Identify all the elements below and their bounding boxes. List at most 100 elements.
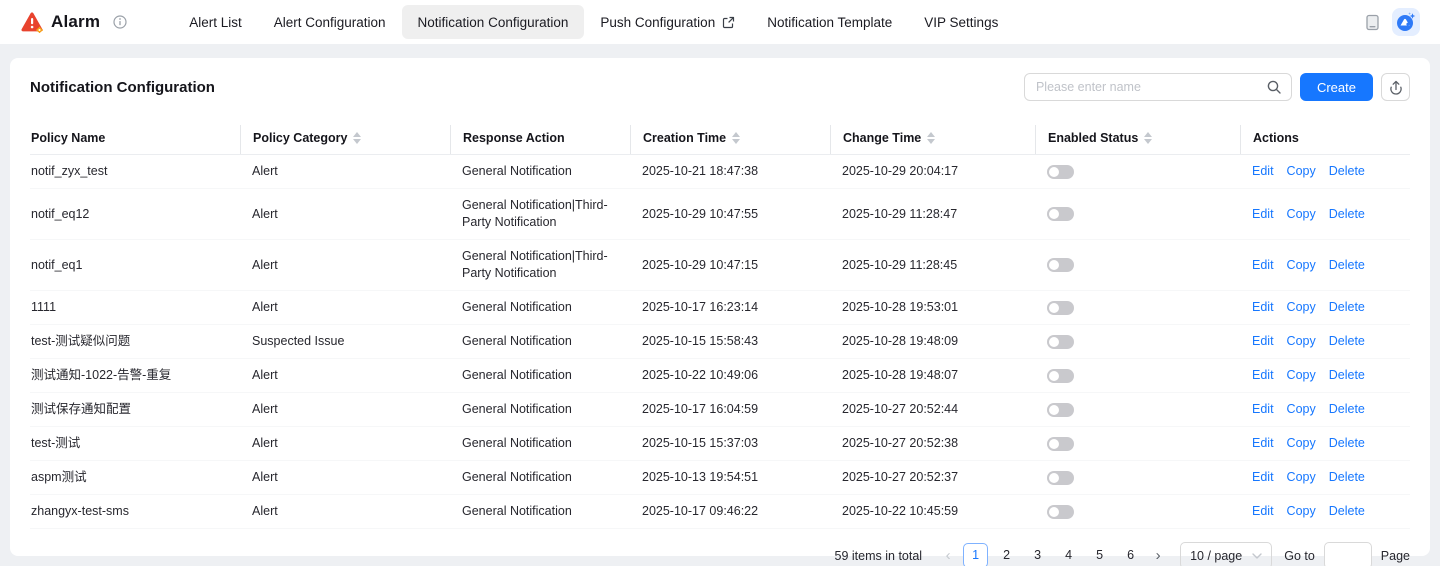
nav-alert-list[interactable]: Alert List <box>173 5 258 39</box>
delete-link[interactable]: Delete <box>1329 163 1365 180</box>
table-row: notif_eq12 Alert General Notification|Th… <box>30 189 1410 240</box>
cell-response-action: General Notification <box>462 504 572 518</box>
cell-policy-name: notif_zyx_test <box>31 164 108 178</box>
enabled-toggle[interactable] <box>1047 368 1074 383</box>
sort-caret-icon[interactable] <box>732 132 741 144</box>
cell-creation-time: 2025-10-29 10:47:55 <box>642 206 759 221</box>
cell-response-action: General Notification <box>462 470 572 484</box>
nav-notification-configuration[interactable]: Notification Configuration <box>401 5 585 39</box>
edit-link[interactable]: Edit <box>1252 206 1274 223</box>
delete-link[interactable]: Delete <box>1329 299 1365 316</box>
copy-link[interactable]: Copy <box>1287 333 1316 350</box>
enabled-toggle[interactable] <box>1047 402 1074 417</box>
enabled-toggle[interactable] <box>1047 258 1074 272</box>
copy-link[interactable]: Copy <box>1287 503 1316 520</box>
edit-link[interactable]: Edit <box>1252 367 1274 384</box>
nav-label: Notification Template <box>767 14 893 30</box>
copy-link[interactable]: Copy <box>1287 206 1316 223</box>
search-icon[interactable] <box>1266 79 1282 95</box>
nav-push-configuration[interactable]: Push Configuration <box>584 5 751 39</box>
page-number-5[interactable]: 5 <box>1087 543 1112 566</box>
copy-link[interactable]: Copy <box>1287 367 1316 384</box>
page-size-select[interactable]: 10 / page <box>1180 542 1273 566</box>
page-label: Page <box>1380 548 1410 563</box>
cell-change-time: 2025-10-27 20:52:37 <box>842 470 959 484</box>
copy-link[interactable]: Copy <box>1287 469 1316 486</box>
edit-link[interactable]: Edit <box>1252 435 1274 452</box>
sort-caret-icon[interactable] <box>353 132 362 144</box>
cell-change-time: 2025-10-29 11:28:47 <box>842 206 958 221</box>
cell-actions: Edit Copy Delete <box>1240 198 1410 231</box>
total-items-text: 59 items in total <box>834 548 923 563</box>
page-number-3[interactable]: 3 <box>1025 543 1050 566</box>
delete-link[interactable]: Delete <box>1329 401 1365 418</box>
delete-link[interactable]: Delete <box>1329 435 1365 452</box>
export-icon <box>1388 79 1404 95</box>
goto-page-input[interactable] <box>1323 542 1372 566</box>
delete-link[interactable]: Delete <box>1329 206 1365 223</box>
edit-link[interactable]: Edit <box>1252 257 1274 274</box>
nav-alert-configuration[interactable]: Alert Configuration <box>258 5 402 39</box>
edit-link[interactable]: Edit <box>1252 163 1274 180</box>
nav-vip-settings[interactable]: VIP Settings <box>908 5 1014 39</box>
page-number-1[interactable]: 1 <box>963 543 989 566</box>
search-input[interactable] <box>1023 73 1292 101</box>
app-logo: Alarm <box>20 11 127 33</box>
external-link-icon <box>722 16 735 29</box>
cell-creation-time: 2025-10-17 16:23:14 <box>642 300 759 314</box>
sort-caret-icon[interactable] <box>927 132 936 144</box>
delete-link[interactable]: Delete <box>1329 367 1365 384</box>
enabled-toggle[interactable] <box>1047 470 1074 485</box>
cell-actions: Edit Copy Delete <box>1240 359 1410 392</box>
edit-link[interactable]: Edit <box>1252 503 1274 520</box>
goto-label: Go to <box>1284 548 1315 563</box>
cell-creation-time: 2025-10-17 16:04:59 <box>642 402 759 416</box>
page-title: Notification Configuration <box>30 78 215 96</box>
page-size-value: 10 / page <box>1190 548 1243 563</box>
enabled-toggle[interactable] <box>1047 300 1074 315</box>
enabled-toggle[interactable] <box>1047 436 1074 451</box>
chevron-right-icon[interactable]: › <box>1146 544 1170 566</box>
column-header-actions: Actions <box>1240 125 1410 154</box>
create-button[interactable]: Create <box>1299 73 1373 101</box>
enabled-toggle[interactable] <box>1047 207 1074 221</box>
nav-notification-template[interactable]: Notification Template <box>751 5 908 39</box>
delete-link[interactable]: Delete <box>1329 333 1365 350</box>
info-circle-icon[interactable] <box>113 15 127 29</box>
export-button[interactable] <box>1381 73 1410 101</box>
delete-link[interactable]: Delete <box>1329 469 1365 486</box>
cell-policy-name: zhangyx-test-sms <box>31 504 129 518</box>
enabled-toggle[interactable] <box>1047 164 1074 179</box>
copy-link[interactable]: Copy <box>1287 257 1316 274</box>
copy-link[interactable]: Copy <box>1287 299 1316 316</box>
copy-link[interactable]: Copy <box>1287 435 1316 452</box>
edit-link[interactable]: Edit <box>1252 401 1274 418</box>
ai-assistant-icon[interactable] <box>1392 8 1420 36</box>
nav-label: Notification Configuration <box>417 14 569 30</box>
chevron-left-icon[interactable]: ‹ <box>936 544 960 566</box>
delete-link[interactable]: Delete <box>1329 503 1365 520</box>
copy-link[interactable]: Copy <box>1287 163 1316 180</box>
page-number-4[interactable]: 4 <box>1056 543 1081 566</box>
table-row: test-测试疑似问题 Suspected Issue General Noti… <box>30 325 1410 359</box>
page-number-2[interactable]: 2 <box>994 543 1019 566</box>
cell-policy-category: Alert <box>252 368 278 382</box>
edit-link[interactable]: Edit <box>1252 469 1274 486</box>
column-label: Policy Category <box>253 131 348 145</box>
page-list: 123456 <box>960 543 1146 566</box>
cell-creation-time: 2025-10-21 18:47:38 <box>642 164 759 178</box>
delete-link[interactable]: Delete <box>1329 257 1365 274</box>
device-icon[interactable] <box>1365 14 1380 31</box>
copy-link[interactable]: Copy <box>1287 401 1316 418</box>
edit-link[interactable]: Edit <box>1252 333 1274 350</box>
cell-change-time: 2025-10-27 20:52:44 <box>842 402 959 416</box>
cell-creation-time: 2025-10-17 09:46:22 <box>642 504 759 518</box>
enabled-toggle[interactable] <box>1047 334 1074 349</box>
enabled-toggle[interactable] <box>1047 504 1074 519</box>
column-header-change-time: Change Time <box>830 125 1035 154</box>
edit-link[interactable]: Edit <box>1252 299 1274 316</box>
sort-caret-icon[interactable] <box>1144 132 1153 144</box>
table-header: Policy Name Policy Category Response Act… <box>30 125 1410 155</box>
page-number-6[interactable]: 6 <box>1118 543 1143 566</box>
cell-change-time: 2025-10-28 19:53:01 <box>842 300 959 314</box>
